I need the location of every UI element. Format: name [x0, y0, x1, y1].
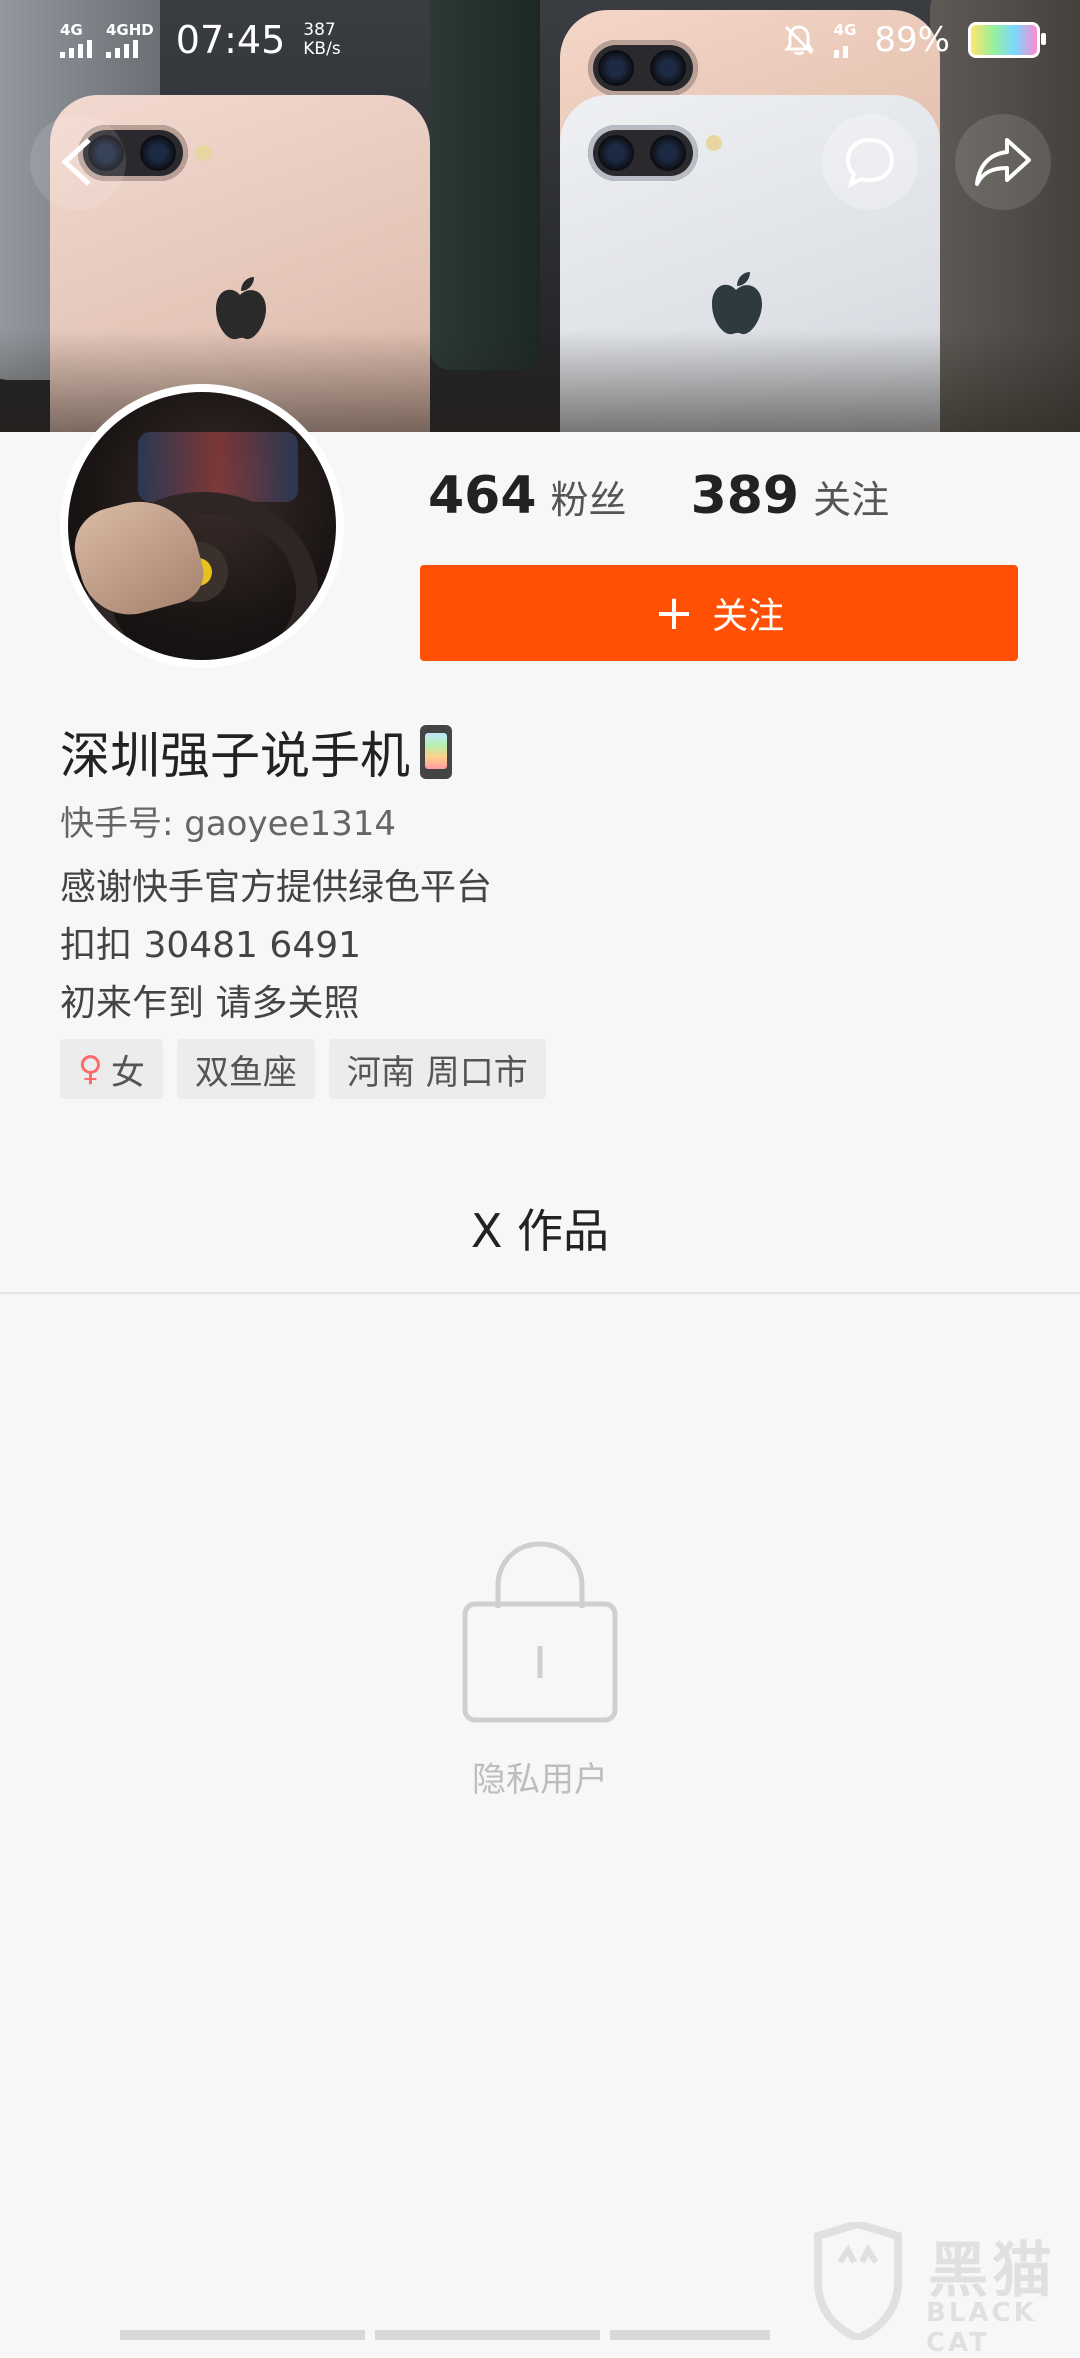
battery-icon: [968, 22, 1046, 58]
watermark-logo: 黑猫 BLACK CAT: [808, 2222, 1078, 2358]
data-arrows-icon: [833, 38, 848, 58]
lock-icon: [462, 1541, 618, 1723]
back-button[interactable]: [30, 114, 126, 210]
follow-button[interactable]: + 关注: [420, 565, 1018, 661]
private-user-text: 隐私用户: [472, 1760, 608, 1800]
tag-location: 河南 周口市: [328, 1039, 546, 1099]
divider: [0, 1292, 1080, 1294]
signal-right: 4G: [833, 21, 857, 58]
kuaishou-id: 快手号: gaoyee1314: [60, 804, 396, 844]
avatar-image: [68, 392, 336, 660]
network-type-right: 4G: [833, 21, 857, 39]
works-tab[interactable]: X 作品: [0, 1195, 1080, 1261]
bottom-indicator: [120, 2330, 770, 2340]
profile-tags: ♀ 女 双鱼座 河南 周口市: [60, 1039, 546, 1099]
tag-constellation-label: 双鱼座: [194, 1052, 297, 1093]
tag-gender: ♀ 女: [60, 1039, 163, 1099]
network-speed-unit: KB/s: [303, 39, 341, 59]
signal-bars-icon: [106, 38, 138, 58]
signal-bars-icon: [60, 38, 92, 58]
status-bar: 4G 4GHD 07:45 387 KB/s 4G 89%: [0, 0, 1080, 84]
watermark-text: 黑猫: [928, 2236, 1056, 2306]
follow-button-label: 关注: [712, 596, 785, 637]
profile-name: 深圳强子说手机: [60, 727, 410, 785]
battery-percent: 89%: [874, 20, 950, 60]
tag-constellation: 双鱼座: [176, 1039, 315, 1099]
bio-line-2: 扣扣 30481 6491: [60, 925, 362, 966]
share-button[interactable]: [955, 114, 1051, 210]
mute-bell-icon: [783, 25, 814, 55]
share-arrow-icon: [975, 138, 1031, 186]
tag-location-label: 河南 周口市: [346, 1052, 528, 1093]
fans-label[interactable]: 粉丝: [551, 469, 627, 524]
tag-gender-label: 女: [110, 1052, 145, 1093]
network-speed-value: 387: [303, 20, 336, 40]
signal-1: 4G: [60, 22, 92, 58]
plus-icon: +: [653, 585, 695, 641]
following-count[interactable]: 389: [691, 466, 800, 526]
chat-bubble-icon: [845, 137, 895, 188]
network-type-2: 4GHD: [106, 21, 154, 39]
chevron-left-icon: [61, 138, 91, 186]
network-speed: 387 KB/s: [303, 21, 340, 59]
cat-shield-icon: [814, 2222, 902, 2340]
profile-stats: 464 粉丝 389 关注: [428, 466, 889, 526]
fans-count[interactable]: 464: [428, 466, 537, 526]
mobile-phone-icon: [420, 725, 452, 779]
clock: 07:45: [175, 18, 286, 62]
bio-line-1: 感谢快手官方提供绿色平台: [60, 867, 493, 908]
network-type-1: 4G: [60, 21, 83, 39]
following-label[interactable]: 关注: [813, 469, 889, 524]
avatar[interactable]: [60, 384, 344, 668]
message-button[interactable]: [822, 114, 918, 210]
female-icon: ♀: [78, 1049, 103, 1089]
watermark-subtext: BLACK CAT: [926, 2298, 1037, 2358]
bio-line-3: 初来乍到 请多关照: [60, 983, 360, 1024]
profile-name-row: 深圳强子说手机: [60, 716, 452, 788]
signal-2: 4GHD: [106, 22, 154, 58]
